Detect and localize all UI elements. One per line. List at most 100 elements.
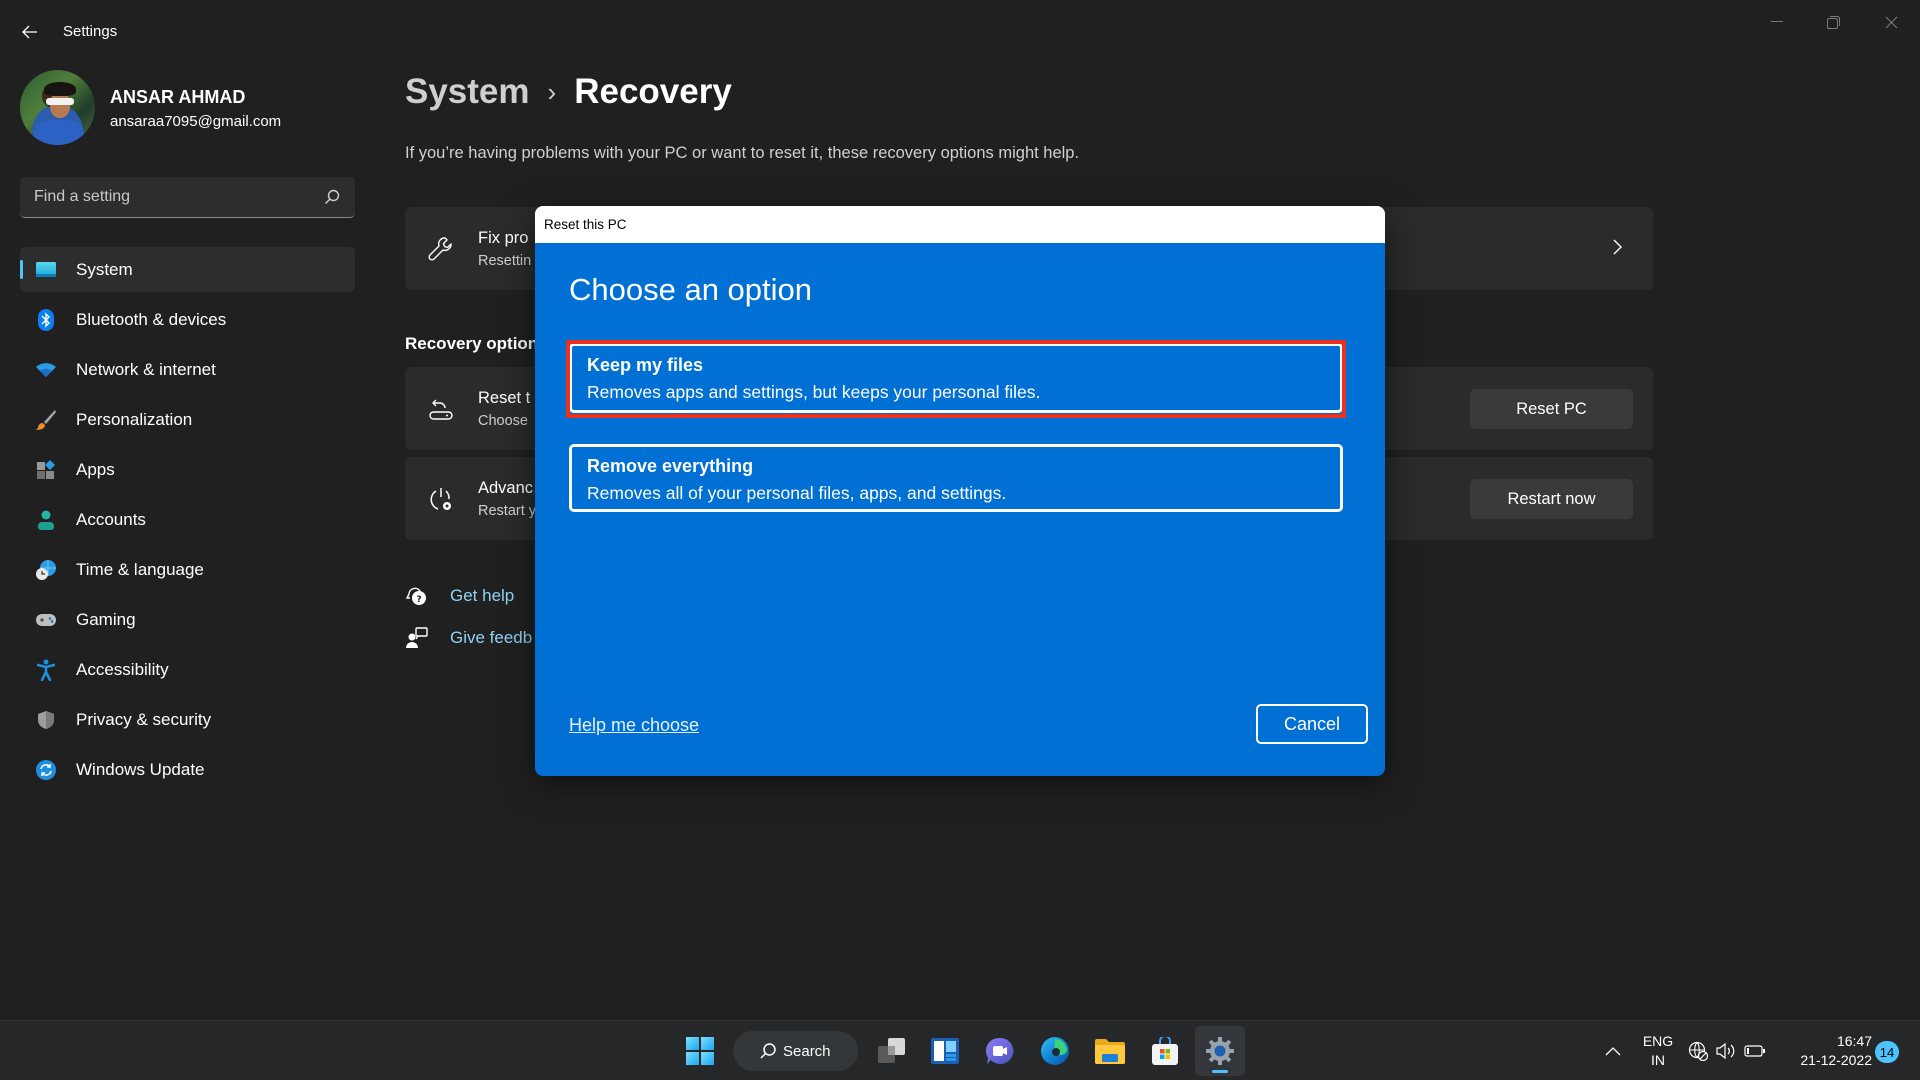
remove-everything-option[interactable]: Remove everything Removes all of your pe…: [569, 444, 1343, 512]
dialog-heading: Choose an option: [569, 272, 813, 307]
section-title: Recovery options: [405, 334, 548, 353]
card-title: Advanc: [478, 479, 534, 497]
breadcrumb-parent[interactable]: System: [405, 72, 530, 112]
back-button[interactable]: [14, 16, 46, 48]
clock-time: 16:47: [1836, 1033, 1872, 1049]
widgets-icon: [931, 1038, 959, 1064]
give-feedback-link[interactable]: Give feedb: [405, 626, 532, 650]
sidebar-item-accessibility[interactable]: Accessibility: [20, 647, 355, 692]
quick-settings-button[interactable]: [1688, 1021, 1766, 1080]
language-code: ENG: [1642, 1033, 1674, 1049]
profile-name: ANSAR AHMAD: [110, 87, 246, 107]
settings-taskbar-button[interactable]: [1195, 1026, 1245, 1076]
card-subtitle: Resettin: [478, 253, 532, 269]
search-input[interactable]: [34, 188, 323, 206]
chat-button[interactable]: [975, 1026, 1025, 1076]
option-description: Removes apps and settings, but keeps you…: [587, 382, 1041, 402]
notification-badge[interactable]: 14: [1875, 1041, 1899, 1063]
back-arrow-icon: [22, 25, 37, 39]
search-box[interactable]: [20, 177, 355, 218]
sidebar-item-label: Personalization: [76, 409, 193, 429]
reset-drive-icon: [429, 399, 453, 420]
language-region: IN: [1651, 1052, 1665, 1068]
search-icon[interactable]: [323, 188, 341, 206]
reset-pc-button[interactable]: Reset PC: [1470, 389, 1633, 429]
help-chat-icon: ?: [405, 587, 426, 605]
sidebar-item-label: Time & language: [76, 559, 204, 579]
show-hidden-icons-button[interactable]: [1598, 1021, 1628, 1080]
sidebar-item-label: Bluetooth & devices: [76, 309, 227, 329]
sidebar-item-system[interactable]: System: [20, 247, 355, 292]
maximize-button[interactable]: [1810, 6, 1856, 38]
sidebar-item-personalization[interactable]: Personalization: [20, 397, 355, 442]
option-title: Remove everything: [587, 456, 754, 476]
task-view-button[interactable]: [867, 1026, 917, 1076]
sidebar-item-label: Privacy & security: [76, 709, 212, 729]
sidebar-item-windows-update[interactable]: Windows Update: [20, 747, 355, 792]
restart-now-button[interactable]: Restart now: [1470, 479, 1633, 519]
sidebar-item-accounts[interactable]: Accounts: [20, 497, 355, 542]
accessibility-icon: [35, 659, 57, 681]
link-label: Get help: [450, 586, 515, 605]
taskbar: Search ENG IN 16:47 21-12-2022 14: [0, 1020, 1920, 1080]
battery-icon: [1744, 1045, 1765, 1057]
sidebar-item-network[interactable]: Network & internet: [20, 347, 355, 392]
keep-my-files-option[interactable]: Keep my files Removes apps and settings,…: [569, 343, 1343, 413]
card-title: Fix pro: [478, 229, 529, 247]
breadcrumb: System › Recovery: [405, 72, 732, 112]
store-button[interactable]: [1140, 1026, 1190, 1076]
minimize-button[interactable]: [1754, 6, 1800, 38]
close-button[interactable]: [1868, 6, 1914, 38]
sidebar-item-label: Network & internet: [76, 359, 216, 379]
sidebar-item-privacy-security[interactable]: Privacy & security: [20, 697, 355, 742]
sidebar-item-bluetooth[interactable]: Bluetooth & devices: [20, 297, 355, 342]
cancel-button[interactable]: Cancel: [1256, 704, 1368, 744]
chat-icon: [986, 1037, 1014, 1064]
person-icon: [35, 509, 57, 531]
option-title: Keep my files: [587, 355, 704, 375]
taskbar-search[interactable]: Search: [733, 1031, 858, 1071]
sidebar-item-apps[interactable]: Apps: [20, 447, 355, 492]
sidebar-item-label: Accessibility: [76, 659, 169, 679]
option-description: Removes all of your personal files, apps…: [587, 483, 1007, 503]
sidebar-item-label: System: [76, 259, 133, 279]
sidebar-item-gaming[interactable]: Gaming: [20, 597, 355, 642]
volume-icon: [1716, 1042, 1735, 1060]
store-icon: [1152, 1037, 1178, 1065]
card-title: Reset t: [478, 389, 531, 407]
apps-icon: [35, 459, 57, 481]
page-title: Recovery: [574, 72, 732, 111]
get-help-link[interactable]: ? Get help: [405, 584, 514, 608]
sidebar-item-label: Gaming: [76, 609, 136, 629]
avatar-glasses: [46, 98, 74, 105]
edge-button[interactable]: [1030, 1026, 1080, 1076]
language-indicator[interactable]: ENG IN: [1640, 1021, 1676, 1080]
minimize-icon: [1771, 21, 1783, 22]
taskbar-search-label: Search: [783, 1042, 831, 1060]
globe-no-internet-icon: [1688, 1041, 1708, 1061]
avatar[interactable]: [20, 70, 95, 145]
card-subtitle: Restart y: [478, 503, 537, 519]
card-subtitle: Choose: [478, 413, 528, 429]
task-view-icon: [878, 1038, 905, 1063]
globe-clock-icon: [35, 559, 57, 581]
dialog-title: Reset this PC: [544, 217, 627, 232]
svg-text:?: ?: [416, 595, 421, 605]
widgets-button[interactable]: [920, 1026, 970, 1076]
breadcrumb-separator: ›: [547, 76, 557, 107]
file-explorer-button[interactable]: [1085, 1026, 1135, 1076]
monitor-icon: [35, 259, 57, 281]
wifi-icon: [35, 359, 57, 381]
feedback-icon: [406, 627, 428, 648]
wrench-icon: [428, 237, 452, 261]
gamepad-icon: [35, 609, 57, 631]
start-button[interactable]: [675, 1026, 725, 1076]
sidebar-item-label: Apps: [76, 459, 115, 479]
clock[interactable]: 16:47 21-12-2022: [1790, 1021, 1872, 1080]
sidebar-item-time-language[interactable]: Time & language: [20, 547, 355, 592]
dialog-title-bar: Reset this PC: [535, 206, 1385, 243]
file-explorer-icon: [1095, 1039, 1125, 1064]
help-me-choose-link[interactable]: Help me choose: [569, 715, 699, 736]
bluetooth-icon: [35, 308, 57, 331]
avatar-jacket: [34, 120, 84, 145]
